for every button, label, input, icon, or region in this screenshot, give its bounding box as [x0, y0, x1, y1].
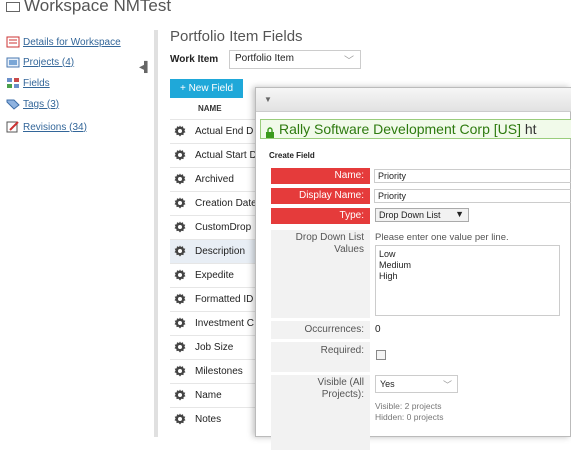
fields-icon	[6, 77, 20, 89]
visible-label: Visible (All Projects):	[271, 375, 370, 450]
required-label: Required:	[271, 342, 370, 372]
occurrences-label: Occurrences:	[271, 321, 370, 339]
visible-select[interactable]: Yes ﹀	[375, 375, 458, 393]
type-select[interactable]: Drop Down List ▼	[375, 208, 469, 222]
workspace-title: Workspace NMTest	[0, 0, 171, 16]
column-header-name: NAME	[198, 104, 222, 113]
ddl-values-label: Drop Down List Values	[271, 230, 370, 318]
field-row[interactable]: Name	[170, 383, 260, 407]
field-row[interactable]: Investment C	[170, 311, 260, 335]
secure-url-bar[interactable]: Rally Software Development Corp [US] ht	[260, 119, 571, 139]
field-row[interactable]: Actual Start D	[170, 143, 260, 167]
type-label: Type:	[271, 208, 370, 224]
work-item-select[interactable]: Portfolio Item ﹀	[229, 50, 361, 69]
menu-arrow-icon[interactable]: ▼	[264, 95, 272, 104]
chevron-down-icon: ﹀	[344, 56, 354, 67]
name-input[interactable]: Priority	[374, 169, 571, 183]
window-icon	[6, 1, 20, 12]
gear-icon[interactable]	[174, 221, 186, 233]
gear-icon[interactable]	[174, 413, 186, 425]
details-icon	[6, 36, 20, 48]
ddl-values-textarea[interactable]: Low Medium High	[375, 245, 560, 316]
gear-icon[interactable]	[174, 293, 186, 305]
gear-icon[interactable]	[174, 389, 186, 401]
gear-icon[interactable]	[174, 341, 186, 353]
sidebar-item-details[interactable]: Details for Workspace	[6, 36, 121, 48]
dialog-heading: Create Field	[269, 151, 315, 160]
gear-icon[interactable]	[174, 173, 186, 185]
field-row[interactable]: CustomDrop	[170, 215, 260, 239]
field-row[interactable]: Creation Date	[170, 191, 260, 215]
display-name-label: Display Name:	[271, 188, 370, 204]
work-item-label: Work Item	[170, 54, 219, 65]
required-checkbox[interactable]	[376, 350, 386, 360]
page-title: Portfolio Item Fields	[170, 28, 303, 45]
collapse-sidebar-icon[interactable]: ◂▌	[138, 62, 152, 74]
gear-icon[interactable]	[174, 149, 186, 161]
field-row[interactable]: Archived	[170, 167, 260, 191]
lock-icon	[265, 124, 275, 138]
field-row[interactable]: Milestones	[170, 359, 260, 383]
field-row[interactable]: Formatted ID	[170, 287, 260, 311]
gear-icon[interactable]	[174, 245, 186, 257]
occurrences-value: 0	[375, 324, 381, 335]
projects-icon	[6, 56, 20, 68]
field-row-selected[interactable]: Description	[170, 239, 260, 263]
field-row[interactable]: Notes	[170, 407, 260, 431]
display-name-input[interactable]: Priority	[374, 189, 571, 203]
visible-count: Visible: 2 projects	[375, 401, 442, 411]
dropdown-arrow-icon: ▼	[455, 209, 464, 219]
field-row[interactable]: Job Size	[170, 335, 260, 359]
name-label: Name:	[271, 168, 370, 184]
gear-icon[interactable]	[174, 269, 186, 281]
sidebar-item-projects[interactable]: Projects (4)	[6, 56, 74, 68]
ddl-help-text: Please enter one value per line.	[375, 232, 509, 243]
gear-icon[interactable]	[174, 125, 186, 137]
gear-icon[interactable]	[174, 197, 186, 209]
create-field-dialog: ▼ Rally Software Development Corp [US] h…	[255, 87, 571, 450]
field-row[interactable]: Actual End D	[170, 119, 260, 143]
new-field-button[interactable]: + New Field	[170, 79, 243, 98]
field-row[interactable]: Expedite	[170, 263, 260, 287]
sidebar-item-revisions[interactable]: Revisions (34)	[6, 121, 87, 133]
chevron-down-icon: ﹀	[442, 380, 452, 390]
revisions-icon	[6, 121, 20, 133]
sidebar: ◂▌ Details for Workspace Projects (4) Fi…	[0, 30, 158, 437]
sidebar-item-tags[interactable]: Tags (3)	[6, 98, 59, 110]
hidden-count: Hidden: 0 projects	[375, 412, 444, 422]
gear-icon[interactable]	[174, 317, 186, 329]
sidebar-item-fields[interactable]: Fields	[6, 77, 50, 89]
dialog-titlebar[interactable]: ▼	[256, 88, 571, 112]
tag-icon	[6, 98, 20, 110]
gear-icon[interactable]	[174, 365, 186, 377]
